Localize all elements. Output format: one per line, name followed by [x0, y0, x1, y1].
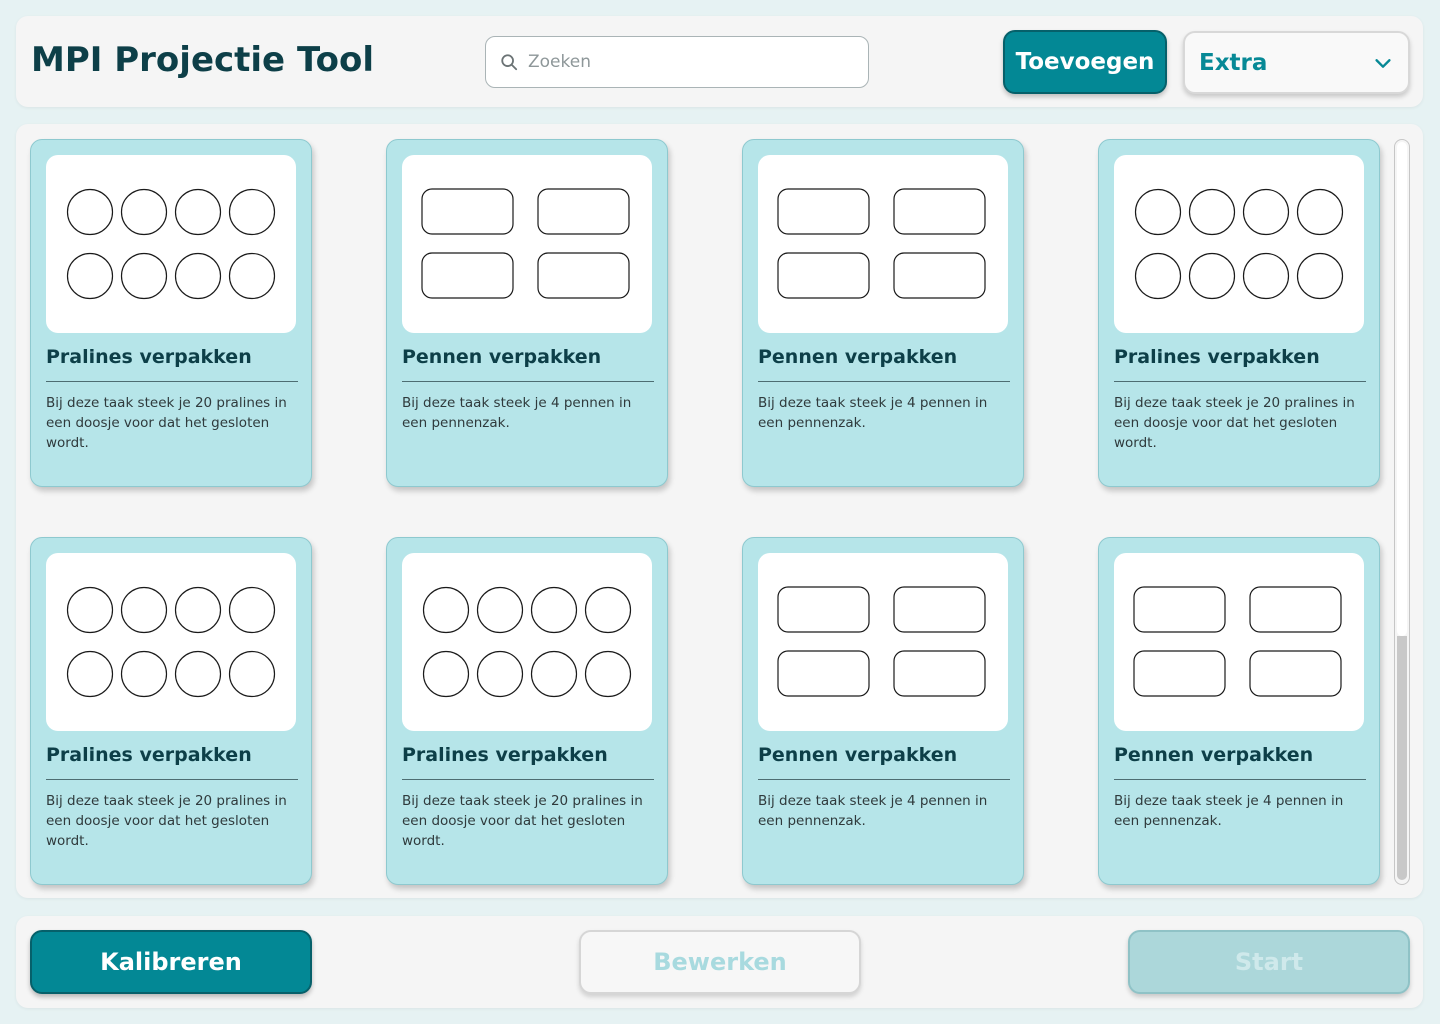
task-divider — [402, 381, 654, 382]
scrollbar-track[interactable] — [1397, 636, 1407, 880]
task-divider — [1114, 779, 1366, 780]
search-box[interactable] — [485, 36, 869, 88]
task-card[interactable]: Pennen verpakken Bij deze taak steek je 4… — [386, 139, 668, 487]
task-title: Pennen verpakken — [1114, 744, 1314, 766]
rectangles-preview-icon — [421, 188, 630, 299]
add-button[interactable]: Toevoegen — [1003, 30, 1167, 94]
search-icon — [501, 54, 518, 71]
task-preview — [758, 155, 1008, 333]
task-preview — [402, 553, 652, 731]
task-divider — [46, 381, 298, 382]
task-title: Pennen verpakken — [758, 346, 958, 368]
header-bar: MPI Projectie Tool Toevoegen Extra — [16, 16, 1423, 107]
task-title: Pennen verpakken — [402, 346, 602, 368]
extra-dropdown[interactable]: Extra — [1183, 31, 1410, 94]
task-description: Bij deze taak steek je 4 pennen in een p… — [1114, 793, 1344, 829]
task-description: Bij deze taak steek je 4 pennen in een p… — [758, 395, 988, 431]
edit-button[interactable]: Bewerken — [579, 930, 861, 994]
task-card[interactable]: Pralines verpakken Bij deze taak steek je… — [30, 537, 312, 885]
app-title: MPI Projectie Tool — [31, 40, 375, 80]
circles-preview-icon — [422, 586, 632, 698]
task-title: Pennen verpakken — [758, 744, 958, 766]
task-card[interactable]: Pennen verpakken Bij deze taak steek je 4… — [742, 537, 1024, 885]
task-description: Bij deze taak steek je 20 pralines in ee… — [46, 395, 287, 451]
footer-bar: Kalibreren Bewerken Start — [16, 916, 1423, 1008]
task-divider — [758, 381, 1010, 382]
task-card[interactable]: Pralines verpakken Bij deze taak steek je… — [386, 537, 668, 885]
circles-preview-icon — [66, 188, 276, 300]
task-preview — [758, 553, 1008, 731]
circles-preview-icon — [1134, 188, 1344, 300]
search-input[interactable] — [528, 52, 858, 72]
task-description: Bij deze taak steek je 4 pennen in een p… — [758, 793, 988, 829]
extra-dropdown-label: Extra — [1199, 49, 1268, 76]
task-card[interactable]: Pralines verpakken Bij deze taak steek je… — [1098, 139, 1380, 487]
task-card[interactable]: Pralines verpakken Bij deze taak steek je… — [30, 139, 312, 487]
task-title: Pralines verpakken — [46, 744, 252, 766]
task-title: Pralines verpakken — [46, 346, 252, 368]
rectangles-preview-icon — [777, 188, 986, 299]
task-card[interactable]: Pennen verpakken Bij deze taak steek je 4… — [1098, 537, 1380, 885]
task-preview — [46, 155, 296, 333]
task-divider — [1114, 381, 1366, 382]
task-preview — [46, 553, 296, 731]
task-description: Bij deze taak steek je 4 pennen in een p… — [402, 395, 632, 431]
task-card[interactable]: Pennen verpakken Bij deze taak steek je 4… — [742, 139, 1024, 487]
rectangles-preview-icon — [777, 586, 986, 697]
task-preview — [1114, 553, 1364, 731]
chevron-down-icon — [1375, 58, 1391, 68]
circles-preview-icon — [66, 586, 276, 698]
task-description: Bij deze taak steek je 20 pralines in ee… — [402, 793, 643, 849]
task-title: Pralines verpakken — [1114, 346, 1320, 368]
task-title: Pralines verpakken — [402, 744, 608, 766]
task-preview — [402, 155, 652, 333]
start-button[interactable]: Start — [1128, 930, 1410, 994]
scrollbar-thumb[interactable] — [1397, 142, 1407, 636]
rectangles-preview-icon — [1133, 586, 1342, 697]
task-divider — [46, 779, 298, 780]
task-grid-panel: Pralines verpakken Bij deze taak steek je… — [16, 124, 1423, 898]
task-description: Bij deze taak steek je 20 pralines in ee… — [1114, 395, 1355, 451]
vertical-scrollbar[interactable] — [1394, 139, 1410, 885]
task-description: Bij deze taak steek je 20 pralines in ee… — [46, 793, 287, 849]
calibrate-button[interactable]: Kalibreren — [30, 930, 312, 994]
task-divider — [402, 779, 654, 780]
task-preview — [1114, 155, 1364, 333]
task-divider — [758, 779, 1010, 780]
